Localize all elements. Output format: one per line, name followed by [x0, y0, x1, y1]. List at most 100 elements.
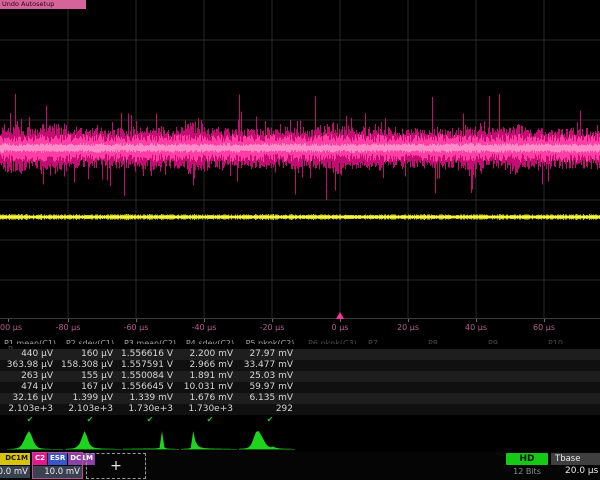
measurement-header-inactive[interactable]: P7 [360, 338, 420, 344]
axis-tick-label: 60 µs [533, 323, 555, 332]
measurement-header[interactable]: P3 mean(C2) [120, 338, 180, 344]
measurement-value [360, 360, 420, 371]
histicon-thumbnail[interactable] [7, 429, 63, 451]
histicon-thumbnail[interactable] [123, 429, 179, 451]
timebase-title: Tbase [551, 453, 600, 465]
axis-tick [8, 319, 9, 322]
measurement-header-inactive[interactable]: P8 [420, 338, 480, 344]
histicon-thumbnail[interactable] [181, 429, 237, 451]
measurement-value: 6.135 mV [240, 393, 300, 404]
measurement-value [540, 360, 600, 371]
measurement-stat-row: 474 µV167 µV1.556645 V10.031 mV59.97 mV [0, 382, 600, 393]
axis-tick-label: -60 µs [124, 323, 149, 332]
measurement-value [300, 360, 360, 371]
measurement-value [480, 360, 540, 371]
measurement-value [300, 349, 360, 360]
measurement-value: 2.200 mV [180, 349, 240, 360]
trigger-position-marker[interactable] [336, 312, 344, 319]
measurement-value: 1.730e+3 [120, 404, 180, 415]
measurement-value [420, 360, 480, 371]
timebase-scale: 20.0 µs [551, 465, 600, 477]
measurement-stat-row: 363.98 µV158.308 µV1.557591 V2.966 mV33.… [0, 360, 600, 371]
measurement-value: 1.730e+3 [180, 404, 240, 415]
measurement-value [480, 393, 540, 404]
axis-tick [544, 319, 545, 322]
status-bar: DC1M 10.0 mV C2 ESR DC1M 10.0 mV + HD 12… [0, 452, 600, 480]
measurement-value [540, 393, 600, 404]
measurement-value: 1.557591 V [120, 360, 180, 371]
axis-tick [136, 319, 137, 322]
c2-esr-badge: ESR [48, 453, 67, 465]
measurement-value: 292 [240, 404, 300, 415]
undo-autosetup-button[interactable]: Undo Autosetup [0, 0, 86, 9]
measurement-value [360, 393, 420, 404]
waveform-grid: Undo Autosetup [0, 0, 600, 318]
measurement-value: 155 µV [60, 371, 120, 382]
measurement-value: 440 µV [0, 349, 60, 360]
measurement-value [480, 404, 540, 415]
axis-tick-label: 20 µs [397, 323, 419, 332]
c1-coupling-badge: DC1M [0, 453, 30, 465]
measurement-value [540, 404, 600, 415]
measurement-stat-row: 2.103e+32.103e+31.730e+31.730e+3292 [0, 404, 600, 415]
measurement-stat-row: 263 µV155 µV1.550084 V1.891 mV25.03 mV [0, 371, 600, 382]
measurement-value: 10.031 mV [180, 382, 240, 393]
measurement-value: 1.550084 V [120, 371, 180, 382]
measurement-value: 2.103e+3 [0, 404, 60, 415]
measurement-status-check [300, 415, 360, 425]
axis-tick-label: 40 µs [465, 323, 487, 332]
axis-tick [204, 319, 205, 322]
measurement-value [480, 349, 540, 360]
measurement-value: 1.676 mV [180, 393, 240, 404]
measurement-value: 1.556616 V [120, 349, 180, 360]
axis-tick [68, 319, 69, 322]
c2-label: C2 [33, 453, 47, 465]
measurement-status-check: ✔ [120, 415, 180, 425]
axis-tick [272, 319, 273, 322]
oscilloscope-screen: Undo Autosetup 00 µs-80 µs-60 µs-40 µs-2… [0, 0, 600, 480]
measurement-status-check: ✔ [0, 415, 60, 425]
timebase-descriptor[interactable]: Tbase 20.0 µs [551, 453, 600, 478]
measurement-stat-row: 32.16 µV1.399 µV1.339 mV1.676 mV6.135 mV [0, 393, 600, 404]
measurement-value [540, 382, 600, 393]
measurement-value [300, 393, 360, 404]
measurement-value [360, 371, 420, 382]
channel-c2-descriptor[interactable]: C2 ESR DC1M 10.0 mV [33, 453, 82, 478]
measurement-value: 27.97 mV [240, 349, 300, 360]
measurement-value [420, 382, 480, 393]
measurement-value [300, 404, 360, 415]
measurement-value [420, 371, 480, 382]
axis-tick-label: 0 µs [332, 323, 349, 332]
measurement-status-check: ✔ [180, 415, 240, 425]
measurement-table: P1 mean(C1)P2 sdev(C1)P3 mean(C2)P4 sdev… [0, 338, 600, 425]
histicon-thumbnail[interactable] [239, 429, 295, 451]
measurement-value: 160 µV [60, 349, 120, 360]
histicon-thumbnail[interactable] [65, 429, 121, 451]
measurement-header-inactive[interactable]: P6 pkpk(C3) [300, 338, 360, 344]
measurement-value [540, 349, 600, 360]
measurement-value [420, 393, 480, 404]
measurement-value [360, 382, 420, 393]
measurement-value [300, 371, 360, 382]
add-trace-button[interactable]: + [86, 453, 146, 479]
measurement-header[interactable]: P5 pkpk(C2) [240, 338, 300, 344]
channel-c1-descriptor[interactable]: DC1M 10.0 mV [0, 453, 30, 478]
axis-tick-label: -40 µs [192, 323, 217, 332]
axis-tick [408, 319, 409, 322]
axis-tick [340, 319, 341, 322]
measurement-value [300, 382, 360, 393]
measurement-value: 2.103e+3 [60, 404, 120, 415]
measurement-header[interactable]: P4 sdev(C2) [180, 338, 240, 344]
measurement-value [360, 404, 420, 415]
measurement-status-check: ✔ [60, 415, 120, 425]
measurement-header[interactable]: P2 sdev(C1) [60, 338, 120, 344]
measurement-header-inactive[interactable]: P9 [480, 338, 540, 344]
measurement-value: 32.16 µV [0, 393, 60, 404]
measurement-value [360, 349, 420, 360]
axis-tick-label: -20 µs [260, 323, 285, 332]
measurement-value: 25.03 mV [240, 371, 300, 382]
measurement-header-inactive[interactable]: P10 [540, 338, 600, 344]
measurement-status-check [480, 415, 540, 425]
hd-mode-badge[interactable]: HD [506, 453, 548, 465]
measurement-value: 167 µV [60, 382, 120, 393]
